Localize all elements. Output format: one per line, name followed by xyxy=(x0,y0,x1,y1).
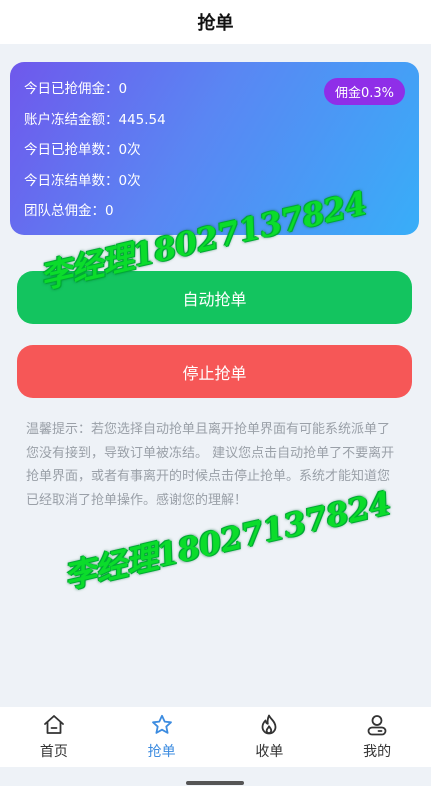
tab-collect-label: 收单 xyxy=(255,744,284,760)
bottom-tab-bar: 首页 抢单 收单 我的 xyxy=(0,707,431,767)
stop-grab-button[interactable]: 停止抢单 xyxy=(17,345,412,398)
page-title: 抢单 xyxy=(197,13,234,34)
tab-home-label: 首页 xyxy=(39,744,68,760)
tab-mine[interactable]: 我的 xyxy=(323,707,431,767)
tab-collect[interactable]: 收单 xyxy=(216,707,324,767)
commission-rate-badge: 佣金0.3% xyxy=(323,78,405,105)
stat-frozen-amount: 账户冻结金额：445.54 xyxy=(24,111,166,128)
stat-today-orders: 今日已抢单数：0次 xyxy=(24,142,141,158)
tab-grab-label: 抢单 xyxy=(147,744,176,760)
top-bar: 抢单 xyxy=(0,0,431,44)
tab-home[interactable]: 首页 xyxy=(0,707,108,767)
tab-grab[interactable]: 抢单 xyxy=(108,707,216,767)
user-icon xyxy=(367,715,387,736)
tab-mine-label: 我的 xyxy=(363,744,392,760)
star-icon xyxy=(151,714,172,734)
flame-icon xyxy=(261,714,277,735)
home-icon xyxy=(43,715,64,734)
home-indicator xyxy=(186,781,244,785)
